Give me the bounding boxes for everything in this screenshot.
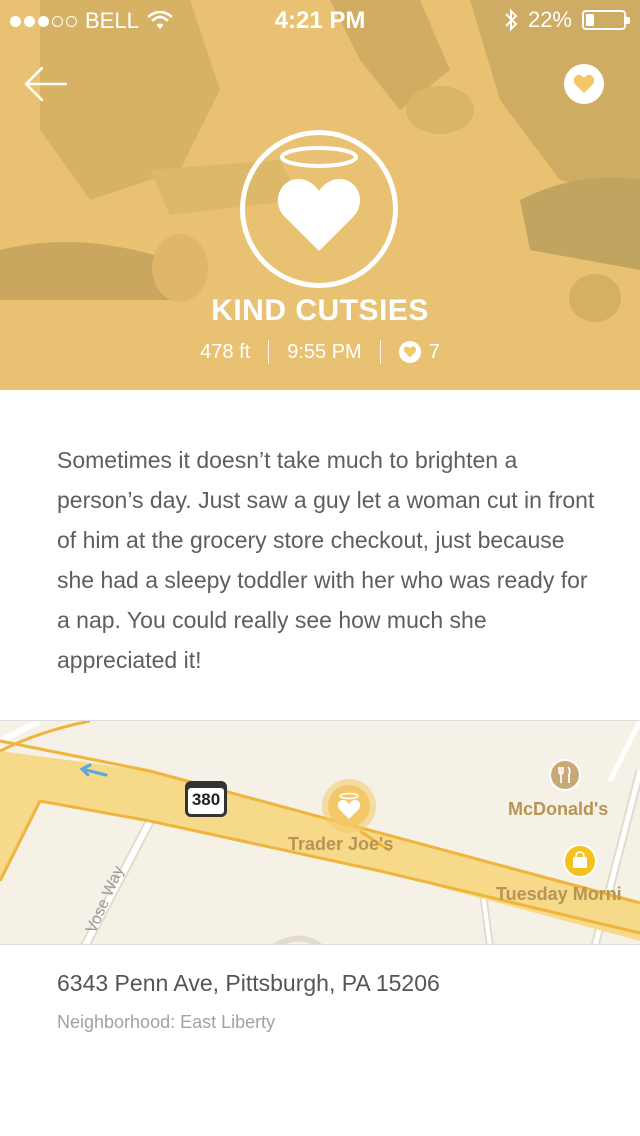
arrow-left-icon bbox=[24, 66, 68, 102]
battery-level bbox=[586, 14, 594, 26]
shopping-pin[interactable] bbox=[563, 844, 597, 878]
battery-percent: 22% bbox=[527, 7, 572, 32]
location-map[interactable]: 380 Trader Joe's McDonald's Tuesday Morn… bbox=[0, 720, 640, 945]
post-distance: 478 ft bbox=[200, 340, 251, 363]
post-title: KIND CUTSIES bbox=[211, 294, 429, 327]
status-bar: BELL 4:21 PM 22% bbox=[0, 0, 640, 40]
back-button[interactable] bbox=[22, 64, 68, 104]
bluetooth-icon bbox=[505, 8, 518, 32]
post-body: Sometimes it doesn’t take much to bright… bbox=[57, 447, 595, 673]
category-badge bbox=[240, 130, 398, 288]
map-label-mcdonalds[interactable]: McDonald's bbox=[508, 799, 608, 820]
favorite-button[interactable] bbox=[564, 64, 604, 104]
post-meta: 478 ft 9:55 PM 7 bbox=[0, 340, 640, 364]
halo-heart-icon bbox=[277, 146, 361, 251]
map-label-trader-joes[interactable]: Trader Joe's bbox=[288, 834, 393, 855]
route-shield: 380 bbox=[184, 780, 228, 818]
meta-divider bbox=[268, 340, 270, 364]
likes-heart-icon bbox=[398, 341, 421, 363]
map-label-tuesday-morning[interactable]: Tuesday Morni bbox=[496, 884, 622, 905]
heart-icon bbox=[573, 74, 595, 94]
halo-heart-icon bbox=[337, 792, 361, 819]
shopping-bag-icon bbox=[573, 851, 587, 868]
post-map-pin[interactable] bbox=[322, 779, 376, 833]
fork-knife-icon bbox=[558, 766, 571, 783]
meta-divider bbox=[379, 340, 381, 364]
likes-count: 7 bbox=[428, 340, 440, 363]
route-number: 380 bbox=[191, 790, 221, 809]
post-time: 9:55 PM bbox=[287, 340, 362, 363]
battery-icon bbox=[582, 10, 630, 30]
post-address[interactable]: 6343 Penn Ave, Pittsburgh, PA 15206 bbox=[57, 970, 440, 997]
post-likes[interactable]: 7 bbox=[398, 340, 440, 364]
post-neighborhood: Neighborhood: East Liberty bbox=[57, 1012, 276, 1032]
restaurant-pin[interactable] bbox=[549, 759, 581, 791]
status-right: 22% bbox=[504, 7, 630, 33]
